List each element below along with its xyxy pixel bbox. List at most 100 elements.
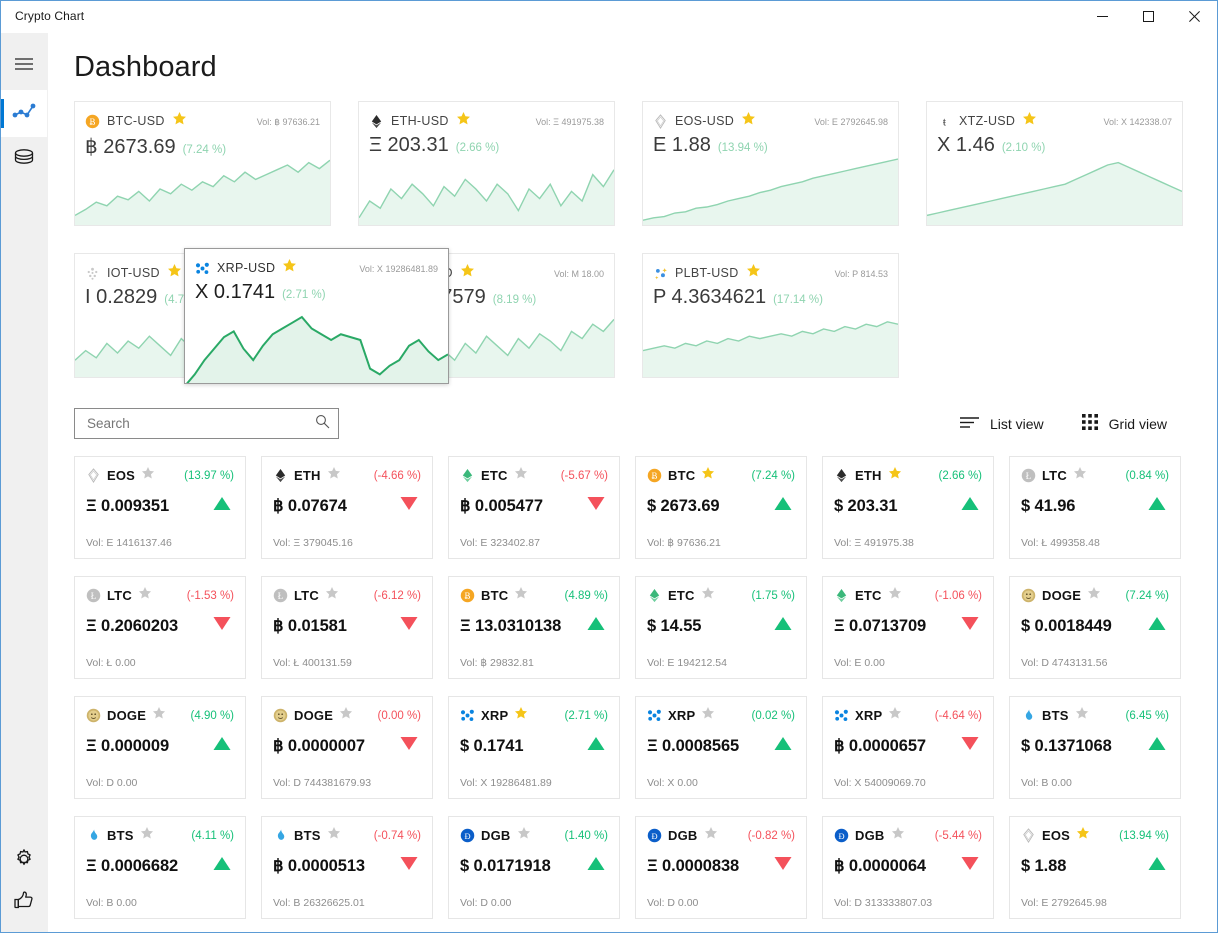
favorite-star-icon[interactable] — [1087, 586, 1101, 605]
bts-coin-icon — [86, 828, 101, 843]
coin-price-row: ฿ 0.0000064 — [834, 856, 982, 876]
chart-card[interactable]: ɃBTC-USDVol: ฿ 97636.21฿ 2673.69(7.24 %) — [74, 101, 331, 226]
favorite-star-icon[interactable] — [746, 263, 761, 283]
sparkline-chart — [359, 153, 614, 225]
sidebar-item-menu[interactable] — [1, 43, 47, 90]
coin-card-header: ŁLTC(-6.12 %) — [273, 586, 421, 605]
sidebar-item-dashboard[interactable] — [1, 90, 47, 137]
search-icon[interactable] — [315, 414, 330, 434]
coin-price-row: $ 2673.69 — [647, 496, 795, 516]
favorite-star-icon[interactable] — [325, 586, 339, 605]
sidebar-item-coins[interactable] — [1, 137, 47, 184]
favorite-star-icon[interactable] — [888, 586, 902, 605]
coin-card[interactable]: ETC(-5.67 %)฿ 0.005477Vol: E 323402.87 — [448, 456, 620, 559]
chart-card[interactable]: ETH-USDVol: Ξ 491975.38Ξ 203.31(2.66 %) — [358, 101, 615, 226]
dragged-chart-card-xrp[interactable]: XRP-USDVol: X 19286481.89X 0.1741(2.71 %… — [184, 248, 449, 384]
favorite-star-icon[interactable] — [888, 706, 902, 725]
favorite-star-icon[interactable] — [172, 111, 187, 131]
favorite-star-icon[interactable] — [152, 706, 166, 725]
favorite-star-icon[interactable] — [1073, 466, 1087, 485]
coin-card[interactable]: ŁLTC(-1.53 %)Ξ 0.2060203Vol: Ł 0.00 — [74, 576, 246, 679]
favorite-star-icon[interactable] — [282, 258, 297, 278]
coin-card[interactable]: DOGE(4.90 %)Ξ 0.000009Vol: D 0.00 — [74, 696, 246, 799]
coin-price: $ 0.1741 — [460, 737, 523, 756]
favorite-star-icon[interactable] — [327, 466, 341, 485]
coin-card[interactable]: ĐDGB(-5.44 %)฿ 0.0000064Vol: D 313333807… — [822, 816, 994, 919]
list-view-button[interactable]: List view — [958, 412, 1046, 436]
coin-card[interactable]: ETC(-1.06 %)Ξ 0.0713709Vol: E 0.00 — [822, 576, 994, 679]
coin-card[interactable]: DOGE(7.24 %)$ 0.0018449Vol: D 4743131.56 — [1009, 576, 1181, 679]
favorite-star-icon[interactable] — [140, 826, 154, 845]
trend-arrow-icon — [213, 496, 231, 516]
favorite-star-icon[interactable] — [701, 586, 715, 605]
chart-card[interactable]: EOS-USDVol: E 2792645.98E 1.88(13.94 %) — [642, 101, 899, 226]
favorite-star-icon[interactable] — [741, 111, 756, 131]
chart-card-symbol: XTZ-USD — [959, 114, 1015, 128]
favorite-star-icon[interactable] — [888, 466, 902, 485]
favorite-star-icon[interactable] — [514, 706, 528, 725]
sidebar-item-settings[interactable] — [1, 838, 47, 885]
favorite-star-icon[interactable] — [704, 826, 718, 845]
coin-card[interactable]: ĐDGB(1.40 %)$ 0.0171918Vol: D 0.00 — [448, 816, 620, 919]
coin-card[interactable]: ɃBTC(7.24 %)$ 2673.69Vol: ฿ 97636.21 — [635, 456, 807, 559]
grid-view-button[interactable]: Grid view — [1080, 410, 1169, 437]
coin-card[interactable]: EOS(13.97 %)Ξ 0.009351Vol: E 1416137.46 — [74, 456, 246, 559]
coin-card-header: DOGE(4.90 %) — [86, 706, 234, 725]
coin-card[interactable]: EOS(13.94 %)$ 1.88Vol: E 2792645.98 — [1009, 816, 1181, 919]
favorite-star-icon[interactable] — [701, 706, 715, 725]
chart-card[interactable]: PLBT-USDVol: P 814.53P 4.3634621(17.14 %… — [642, 253, 899, 378]
favorite-star-icon[interactable] — [327, 826, 341, 845]
coin-card[interactable]: BTS(6.45 %)$ 0.1371068Vol: B 0.00 — [1009, 696, 1181, 799]
coin-percent: (13.97 %) — [184, 470, 234, 482]
favorite-star-icon[interactable] — [1076, 826, 1090, 845]
svg-text:Ƀ: Ƀ — [652, 471, 658, 481]
coin-card[interactable]: ETC(1.75 %)$ 14.55Vol: E 194212.54 — [635, 576, 807, 679]
coin-price-row: $ 1.88 — [1021, 856, 1169, 876]
coin-card[interactable]: ĐDGB(-0.82 %)Ξ 0.0000838Vol: D 0.00 — [635, 816, 807, 919]
coin-symbol: DGB — [481, 828, 511, 843]
coin-card[interactable]: ETH(2.66 %)$ 203.31Vol: Ξ 491975.38 — [822, 456, 994, 559]
favorite-star-icon[interactable] — [138, 586, 152, 605]
coin-card[interactable]: BTS(-0.74 %)฿ 0.0000513Vol: B 26326625.0… — [261, 816, 433, 919]
favorite-star-icon[interactable] — [456, 111, 471, 131]
sidebar-item-feedback[interactable] — [1, 885, 47, 932]
maximize-button[interactable] — [1125, 1, 1171, 32]
ltc-coin-icon: Ł — [1021, 468, 1036, 483]
sparkline-chart — [927, 153, 1182, 225]
favorite-star-icon[interactable] — [339, 706, 353, 725]
minimize-button[interactable] — [1079, 1, 1125, 32]
chart-card[interactable]: ŧXTZ-USDVol: X 142338.07X 1.46(2.10 %) — [926, 101, 1183, 226]
favorite-star-icon[interactable] — [460, 263, 475, 283]
favorite-star-icon[interactable] — [514, 466, 528, 485]
eos-coin-icon — [653, 114, 668, 129]
favorite-star-icon[interactable] — [141, 466, 155, 485]
coin-card[interactable]: XRP(-4.64 %)฿ 0.0000657Vol: X 54009069.7… — [822, 696, 994, 799]
coin-card[interactable]: XRP(2.71 %)$ 0.1741Vol: X 19286481.89 — [448, 696, 620, 799]
favorite-star-icon[interactable] — [891, 826, 905, 845]
coin-card[interactable]: ŁLTC(-6.12 %)฿ 0.01581Vol: Ł 400131.59 — [261, 576, 433, 679]
sparkline-chart — [75, 153, 330, 225]
coin-card[interactable]: ŁLTC(0.84 %)$ 41.96Vol: Ł 499358.48 — [1009, 456, 1181, 559]
coin-price: Ξ 0.000009 — [86, 737, 169, 756]
favorite-star-icon[interactable] — [701, 466, 715, 485]
coin-card[interactable]: DOGE(0.00 %)฿ 0.0000007Vol: D 744381679.… — [261, 696, 433, 799]
favorite-star-icon[interactable] — [167, 263, 182, 283]
search-box[interactable] — [74, 408, 339, 439]
coin-card[interactable]: ɃBTC(4.89 %)Ξ 13.0310138Vol: ฿ 29832.81 — [448, 576, 620, 679]
search-input[interactable] — [85, 415, 315, 432]
favorite-star-icon[interactable] — [514, 586, 528, 605]
coin-percent: (4.90 %) — [191, 710, 234, 722]
close-button[interactable] — [1171, 1, 1217, 32]
favorite-star-icon[interactable] — [1075, 706, 1089, 725]
coin-card[interactable]: BTS(4.11 %)Ξ 0.0006682Vol: B 0.00 — [74, 816, 246, 919]
coin-card[interactable]: ETH(-4.66 %)฿ 0.07674Vol: Ξ 379045.16 — [261, 456, 433, 559]
coin-symbol: XRP — [855, 708, 882, 723]
window-controls — [1079, 1, 1217, 32]
favorite-star-icon[interactable] — [1022, 111, 1037, 131]
coin-card[interactable]: XRP(0.02 %)Ξ 0.0008565Vol: X 0.00 — [635, 696, 807, 799]
trend-arrow-icon — [961, 856, 979, 876]
xrp-coin-icon — [834, 708, 849, 723]
favorite-star-icon[interactable] — [517, 826, 531, 845]
coin-price: Ξ 0.2060203 — [86, 617, 178, 636]
coin-volume: Vol: Ξ 379045.16 — [273, 537, 353, 549]
